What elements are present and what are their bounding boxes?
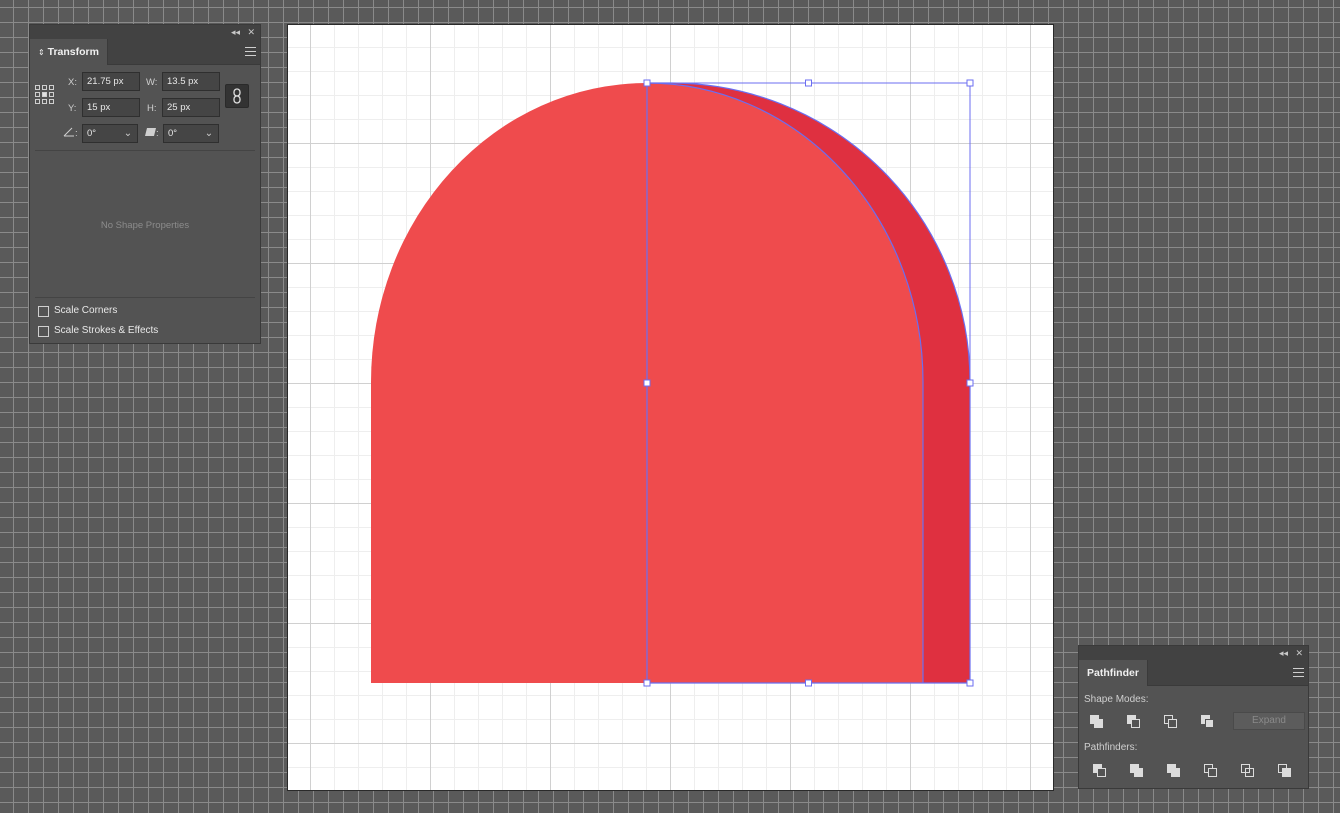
- handle-top-left[interactable]: [643, 79, 651, 87]
- exclude-icon[interactable]: [1200, 714, 1216, 730]
- scale-corners-label: Scale Corners: [54, 305, 118, 316]
- transform-tabbar: ⇕ Transform: [30, 39, 260, 65]
- divider: [35, 150, 255, 151]
- no-shape-properties-text: No Shape Properties: [100, 220, 190, 231]
- h-field[interactable]: 25 px: [162, 98, 220, 117]
- handle-bottom-right[interactable]: [966, 679, 974, 687]
- close-icon[interactable]: ✕: [1295, 647, 1303, 659]
- artboard[interactable]: [287, 24, 1054, 791]
- pathfinder-tabbar: Pathfinder: [1079, 660, 1308, 686]
- pathfinder-panel: ◂◂ ✕ Pathfinder Shape Modes: Expand Path…: [1078, 645, 1309, 789]
- shape-modes-label: Shape Modes:: [1084, 694, 1149, 705]
- minus-front-icon[interactable]: [1126, 714, 1142, 730]
- handle-bottom-center[interactable]: [805, 679, 812, 687]
- scale-strokes-label: Scale Strokes & Effects: [54, 325, 159, 336]
- y-field[interactable]: 15 px: [82, 98, 140, 117]
- scale-strokes-checkbox[interactable]: [38, 326, 49, 337]
- panel-menu-icon[interactable]: [245, 47, 256, 56]
- w-field[interactable]: 13.5 px: [162, 72, 220, 91]
- tab-transform-label: Transform: [47, 46, 99, 58]
- close-icon[interactable]: ✕: [247, 26, 255, 38]
- panel-topbar[interactable]: ◂◂ ✕: [30, 25, 260, 39]
- rotate-dropdown-chevron-icon[interactable]: ⌄: [120, 124, 136, 143]
- panel-topbar[interactable]: ◂◂ ✕: [1079, 646, 1308, 660]
- handle-top-center[interactable]: [805, 79, 812, 87]
- tab-arrows-icon: ⇕: [38, 48, 45, 57]
- handle-top-right[interactable]: [966, 79, 974, 87]
- crop-icon[interactable]: [1203, 763, 1219, 779]
- minus-back-icon[interactable]: [1277, 763, 1293, 779]
- outline-icon[interactable]: [1240, 763, 1256, 779]
- handle-middle-left[interactable]: [643, 379, 651, 387]
- shear-dropdown-chevron-icon[interactable]: ⌄: [201, 124, 217, 143]
- tab-transform[interactable]: ⇕ Transform: [30, 39, 108, 65]
- trim-icon[interactable]: [1129, 763, 1145, 779]
- handle-bottom-left[interactable]: [643, 679, 651, 687]
- tab-pathfinder[interactable]: Pathfinder: [1079, 660, 1148, 686]
- intersect-icon[interactable]: [1163, 714, 1179, 730]
- transform-panel: ◂◂ ✕ ⇕ Transform X: 21.75 px W: 13.5 px …: [29, 24, 261, 344]
- panel-menu-icon[interactable]: [1293, 668, 1304, 677]
- artwork-canvas[interactable]: [288, 25, 1055, 792]
- constrain-proportions-button[interactable]: [225, 84, 249, 108]
- divider: [35, 297, 255, 298]
- x-label: X:: [68, 77, 77, 88]
- merge-icon[interactable]: [1166, 763, 1182, 779]
- unite-icon[interactable]: [1089, 714, 1105, 730]
- x-field[interactable]: 21.75 px: [82, 72, 140, 91]
- y-label: Y:: [68, 103, 77, 114]
- pathfinders-label: Pathfinders:: [1084, 742, 1138, 753]
- h-label: H:: [147, 103, 157, 114]
- expand-button[interactable]: Expand: [1233, 712, 1305, 730]
- reference-point-icon[interactable]: [35, 85, 55, 105]
- collapse-icon[interactable]: ◂◂: [1279, 647, 1288, 659]
- scale-corners-checkbox[interactable]: [38, 306, 49, 317]
- handle-middle-right[interactable]: [966, 379, 974, 387]
- w-label: W:: [146, 77, 158, 88]
- collapse-icon[interactable]: ◂◂: [231, 26, 240, 38]
- divide-icon[interactable]: [1092, 763, 1108, 779]
- link-icon: [233, 88, 241, 104]
